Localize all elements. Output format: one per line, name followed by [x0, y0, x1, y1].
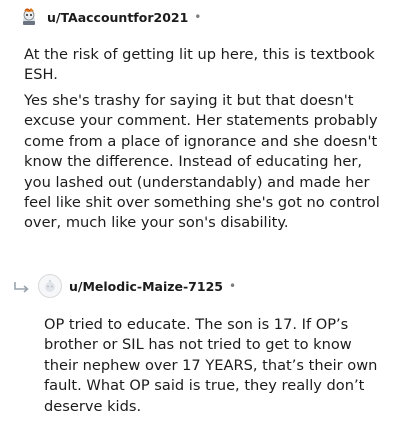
snoo-avatar-icon[interactable] — [18, 6, 40, 28]
reply-text: OP tried to educate. The son is 17. If O… — [44, 316, 378, 415]
comment-paragraph: At the risk of getting lit up here, this… — [24, 46, 375, 84]
reply-header: u/Melodic-Maize-7125 • — [38, 274, 236, 298]
comment-username[interactable]: u/TAaccountfor2021 — [47, 10, 188, 25]
comment-paragraph: Yes she's trashy for saying it but that … — [24, 92, 380, 232]
default-avatar-icon[interactable] — [38, 274, 62, 298]
comment-header: u/TAaccountfor2021 • — [18, 5, 201, 29]
separator-dot: • — [228, 279, 237, 293]
reply-username[interactable]: u/Melodic-Maize-7125 — [69, 279, 223, 294]
reply-arrow-icon — [13, 280, 33, 294]
separator-dot: • — [194, 10, 202, 24]
